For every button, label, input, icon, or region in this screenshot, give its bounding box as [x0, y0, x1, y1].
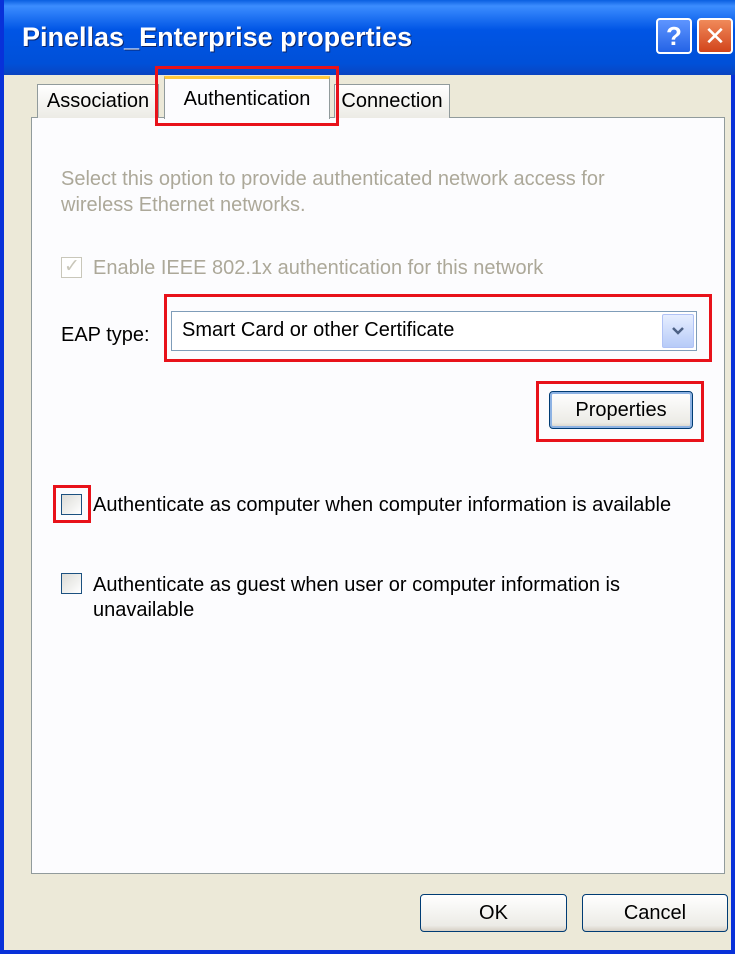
ok-button[interactable]: OK	[420, 894, 567, 932]
properties-dialog: Pinellas_Enterprise properties ? ✕ Assoc…	[0, 0, 735, 954]
tab-connection[interactable]: Connection	[334, 84, 450, 118]
window-title: Pinellas_Enterprise properties	[22, 22, 413, 52]
help-button[interactable]: ?	[656, 18, 692, 54]
auth-computer-label: Authenticate as computer when computer i…	[93, 494, 672, 516]
auth-guest-label: Authenticate as guest when user or compu…	[93, 574, 620, 621]
help-icon: ?	[666, 20, 682, 51]
close-button[interactable]: ✕	[697, 18, 733, 54]
cancel-button[interactable]: Cancel	[582, 894, 728, 932]
highlight-eap-type	[164, 294, 712, 362]
title-bar[interactable]: Pinellas_Enterprise properties ? ✕	[4, 0, 735, 75]
description-text: Select this option to provide authentica…	[61, 168, 605, 216]
close-icon: ✕	[704, 20, 726, 51]
eap-type-label: EAP type:	[61, 324, 150, 346]
highlight-auth-computer-checkbox	[53, 485, 91, 523]
checkmark-icon: ✓	[64, 256, 80, 277]
tab-association[interactable]: Association	[37, 84, 159, 118]
highlight-properties-button	[536, 381, 704, 442]
enable-ieee-checkbox[interactable]: ✓	[61, 256, 82, 278]
auth-guest-checkbox[interactable]	[61, 573, 82, 594]
enable-ieee-label: Enable IEEE 802.1x authentication for th…	[93, 257, 544, 279]
highlight-authentication-tab	[155, 66, 339, 126]
